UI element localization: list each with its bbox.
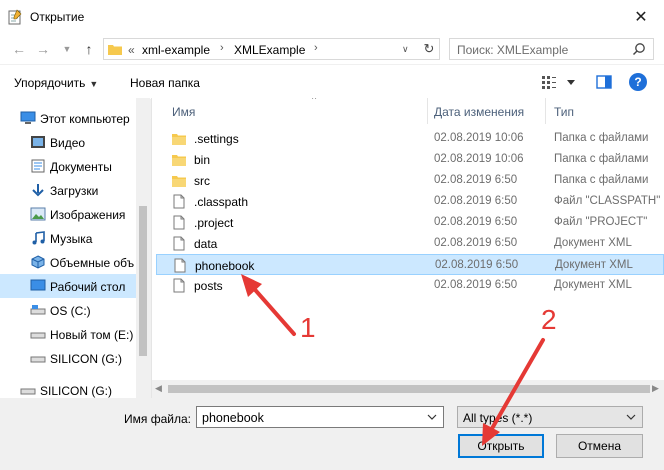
annotation-marker-1: 1 <box>300 312 316 343</box>
annotation-arrow-2 <box>482 338 545 446</box>
annotation-overlay <box>241 274 545 446</box>
annotation-marker-2: 2 <box>541 304 557 335</box>
annotation-arrow-1 <box>241 274 296 336</box>
